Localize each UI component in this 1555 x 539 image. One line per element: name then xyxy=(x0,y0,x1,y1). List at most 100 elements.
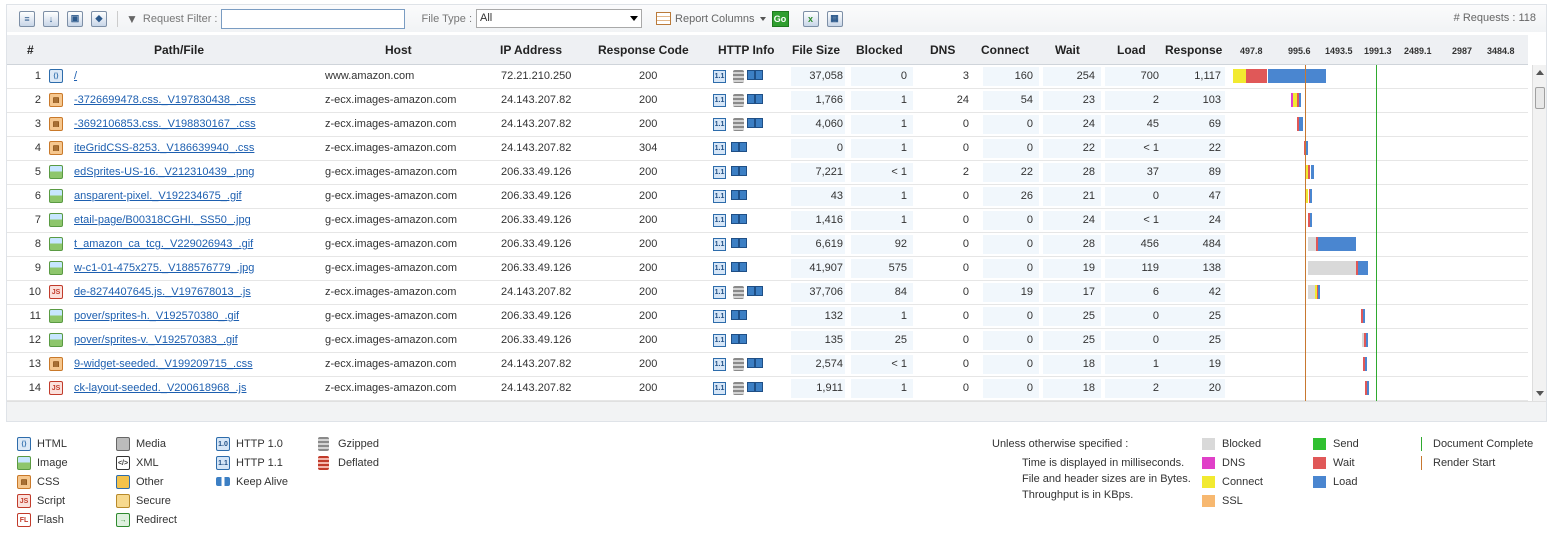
script-file-icon: JS xyxy=(49,381,63,395)
css-file-icon: ▤ xyxy=(49,93,63,107)
css-file-icon: ▤ xyxy=(49,141,63,155)
path-file-link[interactable]: pover/sprites-v._V192570383_.gif xyxy=(74,329,314,352)
keepalive-icon xyxy=(747,382,763,395)
http11-icon: 1.1 xyxy=(713,190,726,203)
table-row[interactable]: 10 JS de-8274407645.js._V197678013_.js z-ec… xyxy=(7,281,1528,305)
file-type-select[interactable]: All xyxy=(476,9,643,28)
other-icon xyxy=(116,475,130,489)
go-button[interactable]: Go xyxy=(771,10,789,27)
row-index: 13 xyxy=(28,358,41,370)
col-host-header[interactable]: Host xyxy=(385,35,412,65)
legend-swatch xyxy=(1313,438,1326,450)
col-response-code-header[interactable]: Response Code xyxy=(598,35,689,65)
response-cell: 47 xyxy=(1208,190,1221,202)
file-type-label: File Type : xyxy=(421,12,473,25)
path-file-link[interactable]: iteGridCSS-8253._V186639940_.css xyxy=(74,137,314,160)
col-load-header[interactable]: Load xyxy=(1117,35,1146,65)
col-file-size-header[interactable]: File Size xyxy=(792,35,840,65)
col-connect-header[interactable]: Connect xyxy=(981,35,1029,65)
host-cell: z-ecx.images-amazon.com xyxy=(325,358,457,370)
keepalive-icon xyxy=(731,214,747,227)
xml-icon: </> xyxy=(116,456,130,470)
download-icon[interactable]: ↓ xyxy=(43,10,59,27)
ip-cell: 24.143.207.82 xyxy=(501,358,572,370)
path-file-link[interactable]: -3692106853.css._V198830167_.css xyxy=(74,113,314,136)
keepalive-icon xyxy=(731,142,747,155)
scroll-down-icon[interactable] xyxy=(1536,391,1544,396)
response-cell: 24 xyxy=(1208,214,1221,226)
col-response-header[interactable]: Response xyxy=(1165,35,1222,65)
keepalive-icon xyxy=(747,70,763,83)
load-cell: 456 xyxy=(1140,238,1159,250)
image-file-icon xyxy=(49,237,63,251)
path-file-link[interactable]: ck-layout-seeded._V200618968_.js xyxy=(74,377,314,400)
dns-cell: 0 xyxy=(962,262,969,274)
path-file-link[interactable]: t_amazon_ca_tcg._V229026943_.gif xyxy=(74,233,314,256)
secure-icon xyxy=(116,494,130,508)
dns-cell: 24 xyxy=(956,94,969,106)
col-index-header[interactable]: # xyxy=(27,35,37,65)
table-row[interactable]: 6 ansparent-pixel._V192234675_.gif g-ecx.i… xyxy=(7,185,1528,209)
response-cell: 25 xyxy=(1208,310,1221,322)
col-blocked-header[interactable]: Blocked xyxy=(856,35,903,65)
col-http-info-header[interactable]: HTTP Info xyxy=(718,35,774,65)
host-cell: z-ecx.images-amazon.com xyxy=(325,142,457,154)
connect-cell: 26 xyxy=(1020,190,1033,202)
timeline-tick-label: 497.8 xyxy=(1240,46,1263,56)
ip-cell: 24.143.207.82 xyxy=(501,118,572,130)
report-columns-menu[interactable]: Report Columns xyxy=(656,12,766,25)
table-row[interactable]: 1 ⟨⟩ / www.amazon.com 72.21.210.250 200 1.1 37,… xyxy=(7,65,1528,89)
path-file-link[interactable]: w-c1-01-475x275._V188576779_.jpg xyxy=(74,257,314,280)
http11-icon: 1.1 xyxy=(713,214,726,227)
table-row[interactable]: 9 w-c1-01-475x275._V188576779_.jpg g-ecx.i… xyxy=(7,257,1528,281)
host-cell: z-ecx.images-amazon.com xyxy=(325,286,457,298)
table-row[interactable]: 12 pover/sprites-v._V192570383_.gif g-ecx.… xyxy=(7,329,1528,353)
requests-table-body: 1 ⟨⟩ / www.amazon.com 72.21.210.250 200 1.1 37,… xyxy=(7,65,1528,401)
col-path-header[interactable]: Path/File xyxy=(154,35,204,65)
table-row[interactable]: 13 ▤ 9-widget-seeded._V199209715_.css z-ecx… xyxy=(7,353,1528,377)
scroll-up-icon[interactable] xyxy=(1536,70,1544,75)
table-row[interactable]: 5 edSprites-US-16._V212310439_.png g-ecx.i… xyxy=(7,161,1528,185)
path-file-link[interactable]: de-8274407645.js._V197678013_.js xyxy=(74,281,314,304)
col-dns-header[interactable]: DNS xyxy=(930,35,955,65)
path-file-link[interactable]: edSprites-US-16._V212310439_.png xyxy=(74,161,314,184)
scroll-thumb[interactable] xyxy=(1535,87,1545,109)
col-wait-header[interactable]: Wait xyxy=(1055,35,1080,65)
table-row[interactable]: 8 t_amazon_ca_tcg._V229026943_.gif g-ecx.i… xyxy=(7,233,1528,257)
file-size-cell: 135 xyxy=(824,334,843,346)
screenshot-icon[interactable]: ▣ xyxy=(67,10,83,27)
load-bar xyxy=(1363,309,1366,323)
connect-cell: 0 xyxy=(1026,310,1033,322)
legend-http-label: Deflated xyxy=(338,457,379,469)
document-complete-line xyxy=(1376,65,1378,401)
wait-cell: 22 xyxy=(1082,142,1095,154)
connect-bar xyxy=(1233,69,1247,83)
table-row[interactable]: 11 pover/sprites-h._V192570380_.gif g-ecx.… xyxy=(7,305,1528,329)
table-row[interactable]: 2 ▤ -3726699478.css._V197830438_.css z-ecx.… xyxy=(7,89,1528,113)
table-row[interactable]: 14 JS ck-layout-seeded._V200618968_.js z-ec… xyxy=(7,377,1528,401)
response-cell: 1,117 xyxy=(1194,70,1221,82)
vertical-scrollbar[interactable] xyxy=(1532,65,1546,401)
table-row[interactable]: 3 ▤ -3692106853.css._V198830167_.css z-ecx.… xyxy=(7,113,1528,137)
compare-icon[interactable]: ◆ xyxy=(91,10,107,27)
path-file-link[interactable]: etail-page/B00318CGHI._SS50_.jpg xyxy=(74,209,314,232)
path-file-link[interactable]: pover/sprites-h._V192570380_.gif xyxy=(74,305,314,328)
blocked-bar xyxy=(1308,261,1357,275)
path-file-link[interactable]: -3726699478.css._V197830438_.css xyxy=(74,89,314,112)
path-file-link[interactable]: ansparent-pixel._V192234675_.gif xyxy=(74,185,314,208)
request-filter-input[interactable] xyxy=(221,8,406,29)
table-row[interactable]: 7 etail-page/B00318CGHI._SS50_.jpg g-ecx.i… xyxy=(7,209,1528,233)
render-start-line xyxy=(1304,65,1306,401)
path-file-link[interactable]: 9-widget-seeded._V199209715_.css xyxy=(74,353,314,376)
export-report-icon[interactable]: ≡ xyxy=(19,10,35,27)
host-cell: g-ecx.images-amazon.com xyxy=(325,238,458,250)
col-ip-header[interactable]: IP Address xyxy=(500,35,562,65)
load-bar xyxy=(1298,93,1301,107)
table-footer xyxy=(7,401,1546,421)
path-file-link[interactable]: / xyxy=(74,65,314,88)
table-row[interactable]: 4 ▤ iteGridCSS-8253._V186639940_.css z-ecx.… xyxy=(7,137,1528,161)
export-excel-icon[interactable]: x xyxy=(802,10,819,27)
gzipped-icon xyxy=(733,358,744,371)
host-cell: g-ecx.images-amazon.com xyxy=(325,166,458,178)
export-csv-icon[interactable]: ▦ xyxy=(826,10,843,27)
